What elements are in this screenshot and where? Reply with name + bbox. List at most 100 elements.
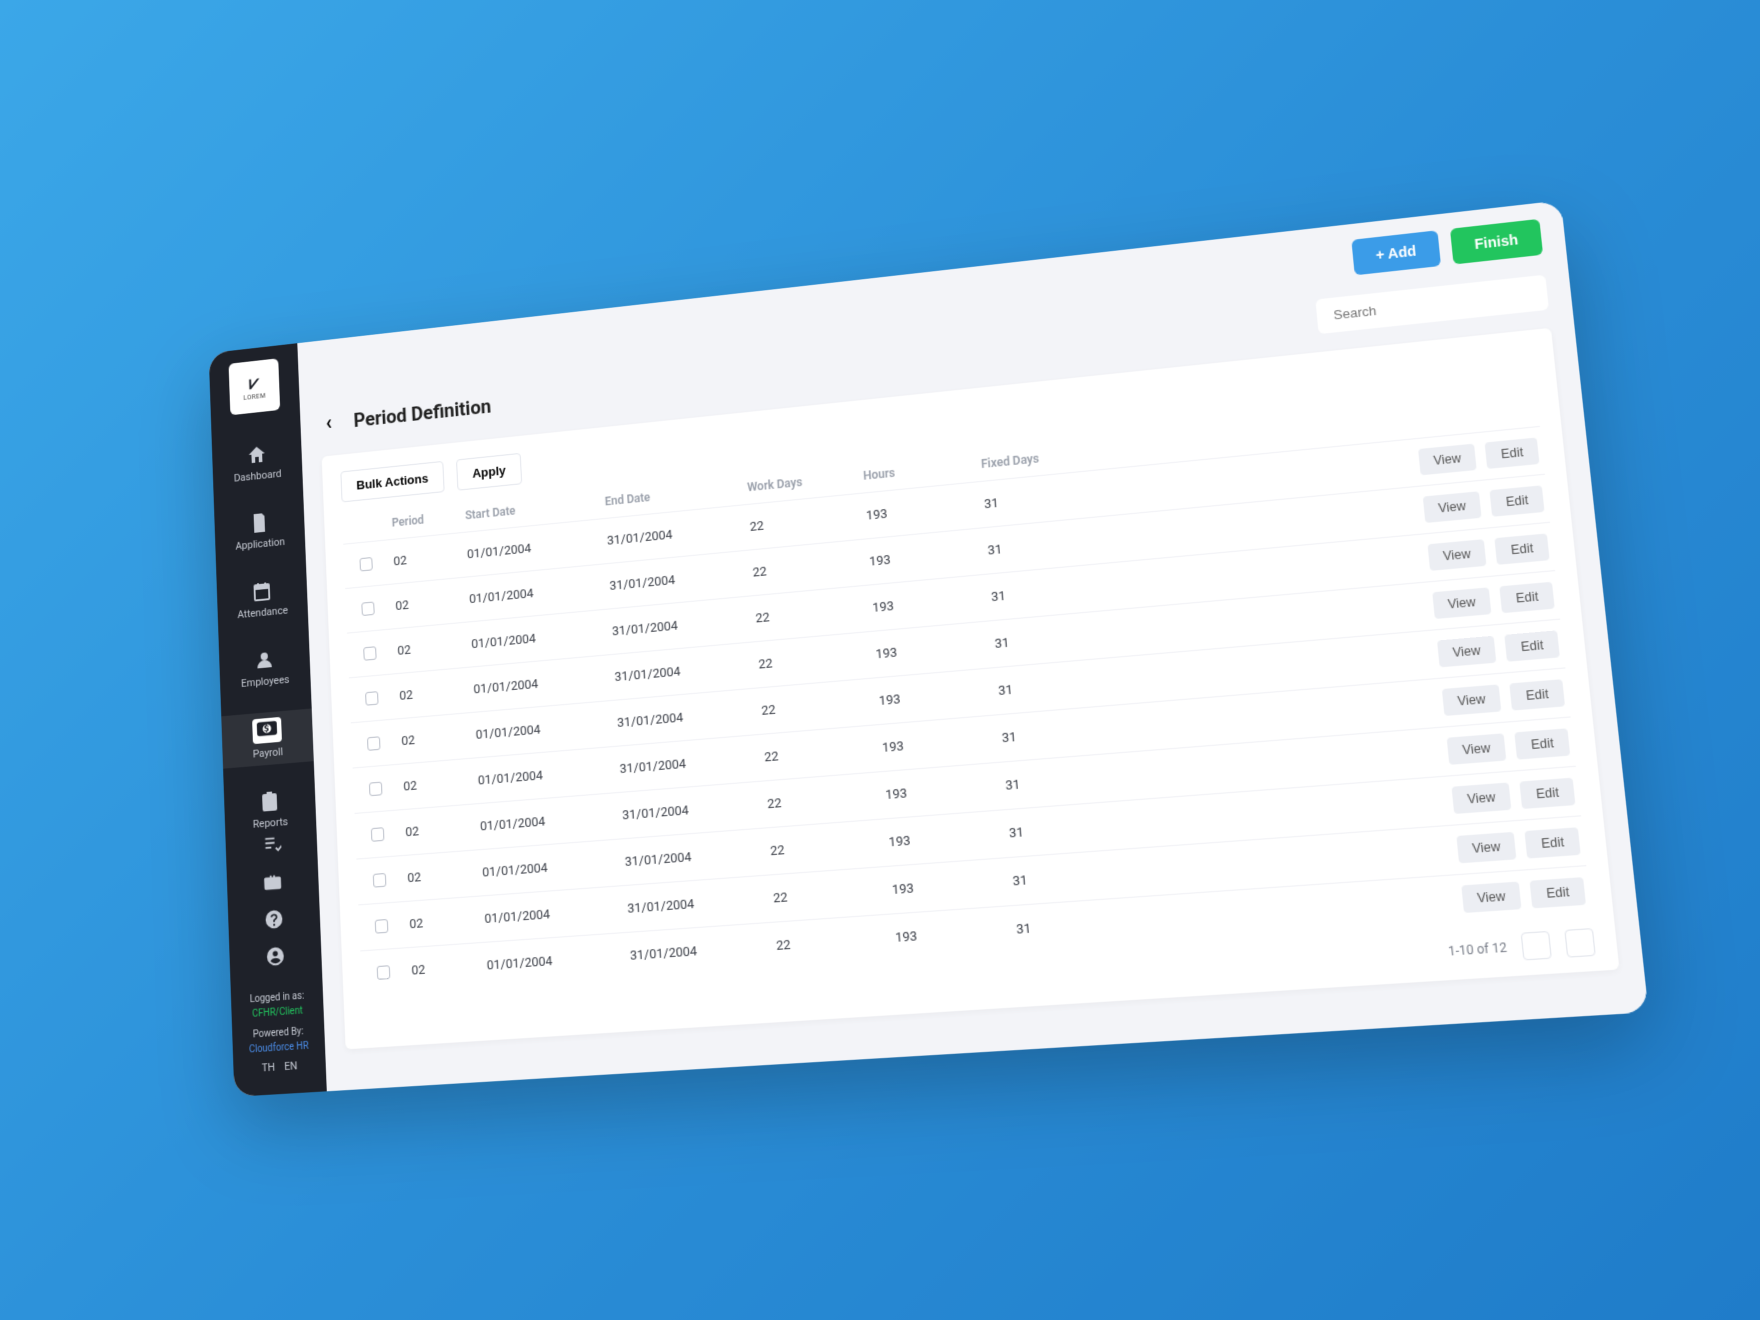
cell-period: 02 [399,683,464,703]
sidebar-item-application[interactable]: Application [214,501,305,559]
pager-prev[interactable] [1521,931,1552,961]
cell-work-days: 22 [770,835,879,858]
edit-button[interactable]: Edit [1525,827,1581,858]
view-button[interactable]: View [1427,539,1487,571]
cell-work-days: 22 [764,741,873,765]
dollar-icon-wrap [252,717,282,744]
cell-period: 02 [403,774,469,794]
cell-hours: 193 [878,684,988,708]
sidebar-item-attendance[interactable]: Attendance [216,570,308,628]
row-checkbox[interactable] [365,691,378,706]
task-check-icon[interactable] [261,834,282,857]
view-button[interactable]: View [1461,881,1522,912]
sidebar-item-dashboard[interactable]: Dashboard [212,433,303,491]
main: + Add Finish ‹ Period Definition Bulk Ac… [297,200,1648,1090]
finish-button[interactable]: Finish [1450,219,1543,265]
pager-next[interactable] [1564,928,1595,958]
cell-start-date: 01/01/2004 [469,580,601,607]
sidebar-item-reports[interactable]: Reports [224,780,317,838]
cell-work-days: 22 [755,601,863,625]
col-hours: Hours [863,458,972,482]
view-button[interactable]: View [1451,782,1512,814]
nav-label: Application [235,535,285,552]
apply-button[interactable]: Apply [456,453,522,491]
edit-button[interactable]: Edit [1505,630,1560,661]
logo-text: LOREM [243,392,266,402]
view-button[interactable]: View [1418,443,1477,475]
edit-button[interactable]: Edit [1510,679,1565,710]
logo: ⩗ LOREM [229,358,281,415]
calendar-icon [251,579,273,604]
cell-start-date: 01/01/2004 [473,671,605,697]
cell-fixed-days: 31 [998,673,1121,698]
nav-label: Reports [253,815,288,830]
help-icon[interactable] [264,908,285,931]
col-period: Period [392,510,457,530]
cell-end-date: 31/01/2004 [617,704,752,730]
view-button[interactable]: View [1441,684,1501,716]
row-checkbox[interactable] [359,557,372,571]
lang-en[interactable]: EN [284,1058,298,1075]
dollar-icon [257,720,277,737]
sidebar-item-employees[interactable]: Employees [219,639,311,697]
sidebar-item-payroll[interactable]: Payroll [221,708,314,768]
powered-by-value: Cloudforce HR [249,1039,309,1058]
lang-th[interactable]: TH [261,1060,275,1077]
cell-period: 02 [397,638,462,658]
cell-fixed-days: 31 [1001,721,1124,746]
cell-hours: 193 [869,544,979,569]
row-checkbox[interactable] [373,873,387,888]
cell-fixed-days: 31 [1016,913,1140,937]
row-checkbox[interactable] [363,646,376,661]
add-button[interactable]: + Add [1351,230,1440,275]
row-checkbox[interactable] [361,601,374,615]
cell-end-date: 31/01/2004 [612,612,747,639]
cell-fixed-days: 31 [1005,768,1128,793]
edit-button[interactable]: Edit [1515,728,1571,759]
cell-fixed-days: 31 [987,532,1109,558]
cell-hours: 193 [885,779,996,803]
view-button[interactable]: View [1437,635,1497,667]
cell-hours: 193 [875,637,985,661]
cell-period: 02 [393,548,458,568]
app-window: ⩗ LOREM Dashboard Application Attendance… [209,200,1649,1096]
nav-label: Payroll [253,745,284,760]
bulk-actions-button[interactable]: Bulk Actions [340,461,444,503]
nav: Dashboard Application Attendance Employe… [212,433,317,838]
cell-work-days: 22 [752,555,860,580]
edit-button[interactable]: Edit [1490,485,1545,516]
page-title: Period Definition [353,394,491,431]
cell-start-date: 01/01/2004 [484,902,618,926]
view-button[interactable]: View [1456,832,1517,864]
view-button[interactable]: View [1432,587,1492,619]
logged-in-value: CFHR/Client [248,1003,308,1022]
edit-button[interactable]: Edit [1520,777,1576,808]
briefcase-icon[interactable] [262,871,283,894]
sidebar-bottom: Logged in as: CFHR/Client Powered By: Cl… [225,831,326,1082]
home-icon [246,443,268,467]
nav-label: Employees [241,673,290,690]
row-checkbox[interactable] [371,827,385,842]
view-button[interactable]: View [1422,491,1482,523]
row-checkbox[interactable] [367,736,380,751]
edit-button[interactable]: Edit [1500,582,1555,613]
row-checkbox[interactable] [369,781,382,796]
logo-mark-icon: ⩗ [249,372,260,391]
back-arrow-icon[interactable]: ‹ [320,408,338,437]
row-checkbox[interactable] [377,965,391,980]
cell-work-days: 22 [776,931,886,954]
user-circle-icon[interactable] [265,945,286,968]
cell-end-date: 31/01/2004 [619,751,755,777]
pager-range: 1-10 of 12 [1447,940,1507,959]
cell-period: 02 [411,958,477,977]
edit-button[interactable]: Edit [1495,533,1550,564]
cell-end-date: 31/01/2004 [624,844,760,869]
row-checkbox[interactable] [375,919,389,934]
edit-button[interactable]: Edit [1530,877,1586,908]
cell-period: 02 [401,728,467,748]
cell-end-date: 31/01/2004 [614,658,749,684]
cell-hours: 193 [882,731,993,755]
view-button[interactable]: View [1446,733,1507,765]
cell-start-date: 01/01/2004 [486,949,620,973]
edit-button[interactable]: Edit [1485,437,1540,468]
